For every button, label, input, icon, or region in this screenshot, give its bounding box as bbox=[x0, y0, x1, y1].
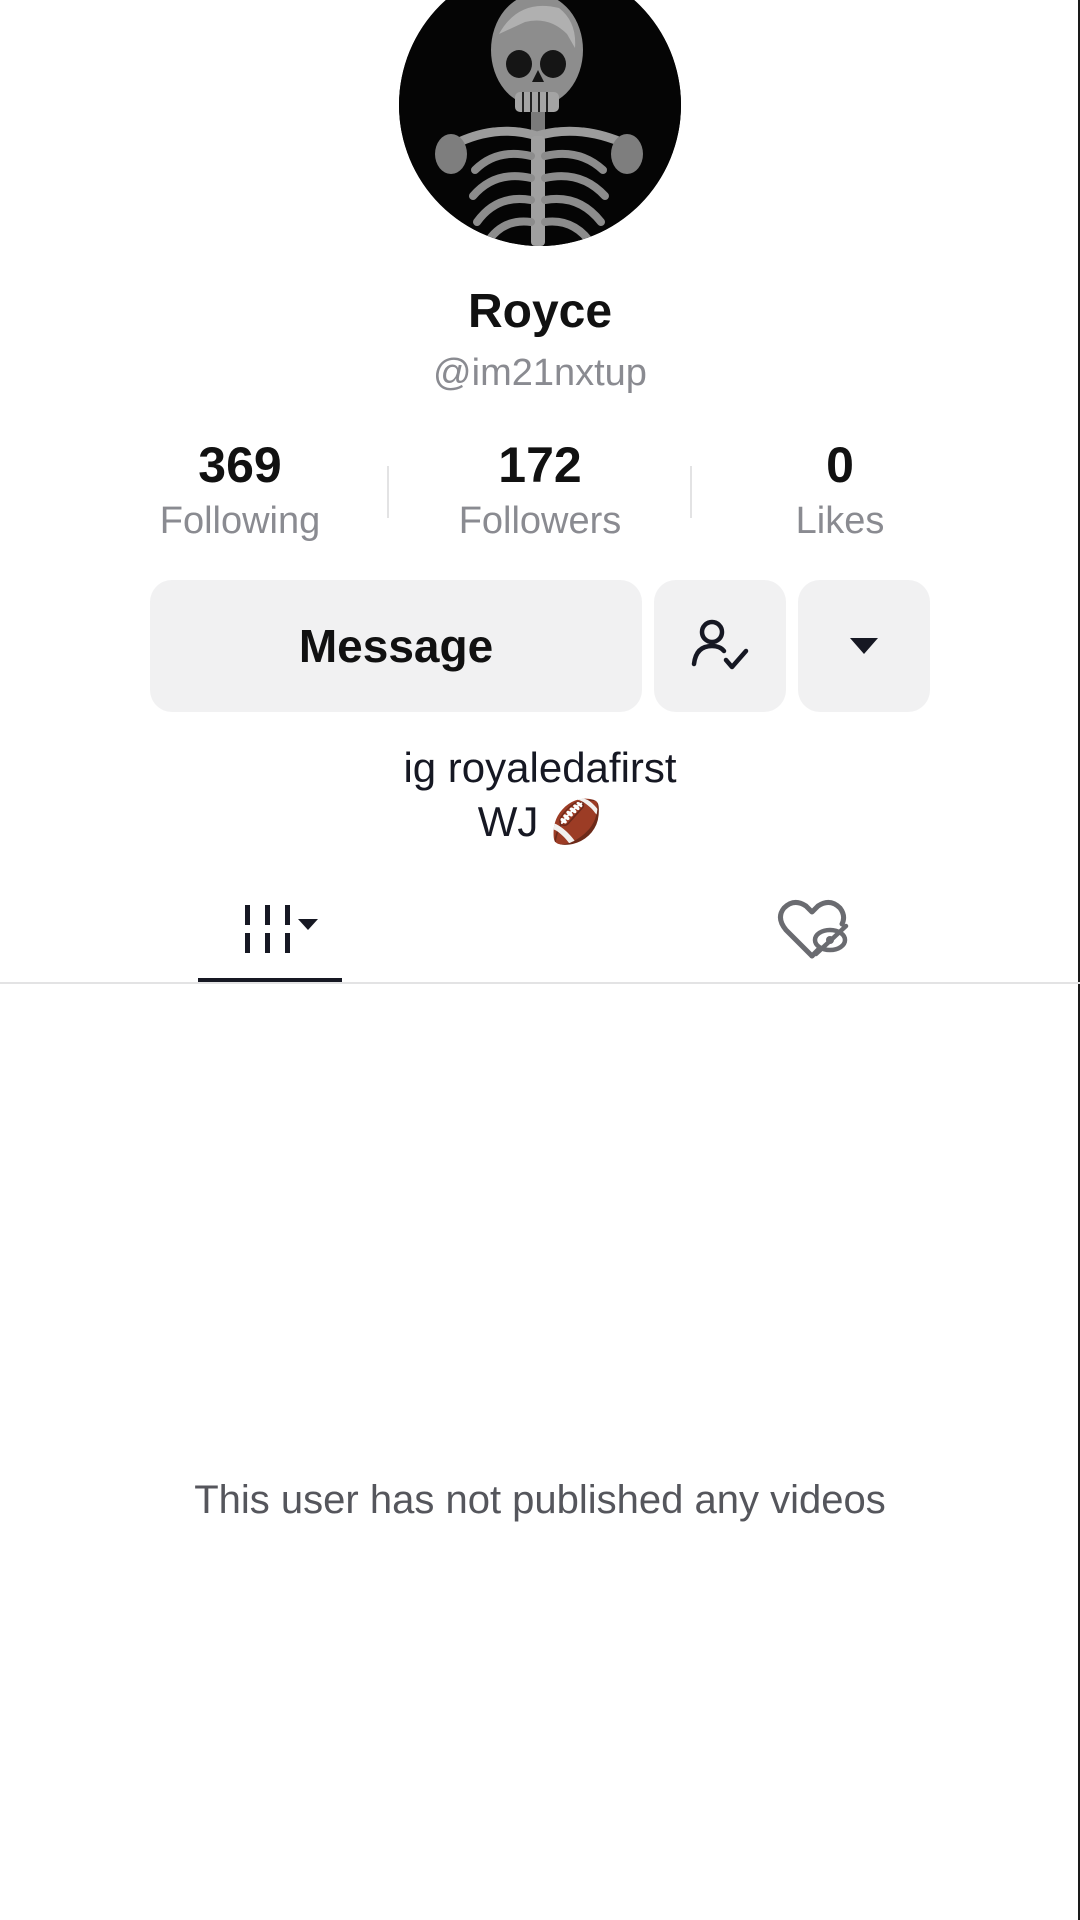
empty-state-message: This user has not published any videos bbox=[194, 1478, 886, 1522]
stat-followers-label: Followers bbox=[458, 500, 622, 542]
stat-divider bbox=[690, 466, 692, 518]
stat-followers-value: 172 bbox=[498, 437, 582, 493]
person-check-icon bbox=[691, 619, 749, 670]
bio-line-1: ig royaledafirst bbox=[403, 744, 677, 791]
tabs-divider bbox=[0, 982, 1080, 984]
message-button[interactable]: Message bbox=[150, 580, 642, 712]
following-status-button[interactable] bbox=[654, 580, 786, 712]
profile-display-name: Royce bbox=[467, 285, 613, 338]
grid-icon bbox=[245, 905, 318, 953]
caret-down-icon bbox=[850, 638, 878, 654]
tab-videos[interactable] bbox=[198, 880, 342, 980]
hidden-heart-icon bbox=[778, 900, 849, 959]
profile-username: @im21nxtup bbox=[433, 352, 647, 394]
stat-likes-value: 0 bbox=[826, 437, 854, 493]
stat-followers[interactable]: 172 Followers bbox=[420, 436, 660, 543]
profile-avatar[interactable] bbox=[399, 0, 681, 246]
stat-following[interactable]: 369 Following bbox=[120, 436, 360, 543]
stat-likes[interactable]: 0 Likes bbox=[720, 436, 960, 543]
bio-line-2: WJ 🏈 bbox=[477, 798, 603, 845]
stat-likes-label: Likes bbox=[795, 500, 885, 542]
more-options-button[interactable] bbox=[798, 580, 930, 712]
stat-following-label: Following bbox=[159, 500, 321, 542]
stat-divider bbox=[387, 466, 389, 518]
tab-liked[interactable] bbox=[760, 880, 864, 980]
skeleton-avatar-icon bbox=[399, 0, 681, 246]
stat-following-value: 369 bbox=[198, 437, 282, 493]
